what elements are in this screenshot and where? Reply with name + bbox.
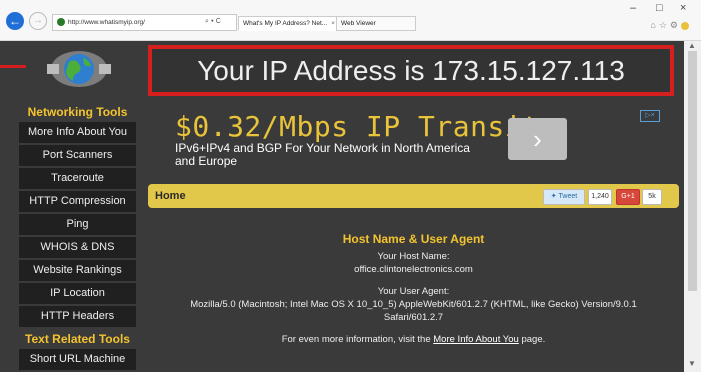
host-name-value: office.clintonelectronics.com [354, 264, 473, 275]
sidebar-item-ping[interactable]: Ping [19, 214, 136, 235]
minimize-button[interactable]: – [630, 2, 636, 14]
toolbar-icons: ⌂☆⚙ [650, 20, 689, 31]
sidebar-item-whois-dns[interactable]: WHOIS & DNS [19, 237, 136, 258]
sidebar-item-port-scanners[interactable]: Port Scanners [19, 145, 136, 166]
favorites-star-icon[interactable]: ☆ [659, 20, 670, 30]
ip-address-text: Your IP Address is 173.15.127.113 [197, 55, 625, 86]
more-info-text: For even more information, visit the Mor… [148, 334, 679, 345]
scroll-down-icon[interactable]: ▼ [688, 359, 696, 368]
more-info-suffix: page. [518, 334, 546, 345]
main-content: Host Name & User Agent Your Host Name: o… [148, 216, 679, 366]
maximize-button[interactable]: □ [656, 2, 663, 14]
tweet-button[interactable]: ✦ Tweet [543, 189, 585, 205]
tab-whatsmyip[interactable]: What's My IP Address? Net... × [238, 16, 338, 31]
gear-icon[interactable]: ⚙ [670, 20, 681, 30]
scrollbar-thumb[interactable] [688, 51, 697, 291]
chevron-right-icon[interactable]: › [508, 118, 567, 160]
tab-web-viewer[interactable]: Web Viewer [336, 16, 416, 31]
close-window-button[interactable]: × [680, 2, 686, 14]
sidebar-item-ip-location[interactable]: IP Location [19, 283, 136, 304]
vertical-scrollbar[interactable]: ▲ ▼ [684, 41, 701, 372]
address-text: http://www.whatismyip.org/ [68, 19, 145, 26]
tweet-count: 1,240 [588, 189, 612, 205]
more-info-link[interactable]: More Info About You [433, 334, 519, 345]
scroll-up-icon[interactable]: ▲ [688, 41, 696, 50]
site-logo[interactable] [45, 44, 113, 94]
ad-banner[interactable]: $0.32/Mbps IP Transit IPv6+IPv4 and BGP … [148, 106, 674, 174]
section-heading: Host Name & User Agent [342, 232, 485, 246]
home-icon[interactable]: ⌂ [650, 20, 658, 30]
sidebar-heading-text-tools: Text Related Tools [25, 332, 130, 346]
ad-title[interactable]: $0.32/Mbps IP Transit [175, 110, 540, 143]
address-controls[interactable]: ⌕ ▾ C [205, 14, 221, 29]
breadcrumb-bar: Home ✦ Tweet 1,240 G+1 5k [148, 184, 679, 208]
more-info-prefix: For even more information, visit the [281, 334, 434, 345]
ad-subtitle[interactable]: IPv6+IPv4 and BGP For Your Network in No… [175, 142, 475, 168]
ad-choices-icon[interactable]: ▷× [640, 110, 660, 122]
sidebar-heading-networking: Networking Tools [27, 105, 128, 119]
sidebar-item-http-headers[interactable]: HTTP Headers [19, 306, 136, 327]
back-button[interactable]: ← [6, 12, 24, 30]
host-name-label: Your Host Name: [377, 251, 450, 262]
user-agent-value-cont: Safari/601.2.7 [383, 312, 444, 323]
callout-line [0, 65, 26, 68]
google-plus-count: 5k [642, 189, 662, 205]
tweet-label: Tweet [558, 193, 578, 200]
browser-titlebar: ← → http://www.whatismyip.org/ ⌕ ▾ C Wha… [0, 0, 701, 41]
sidebar-item-more-info[interactable]: More Info About You [19, 122, 136, 143]
tab-label: What's My IP Address? Net... [243, 20, 328, 27]
google-plus-button[interactable]: G+1 [616, 189, 640, 205]
sidebar-item-http-compression[interactable]: HTTP Compression [19, 191, 136, 212]
twitter-bird-icon: ✦ [550, 193, 557, 200]
sidebar-item-traceroute[interactable]: Traceroute [19, 168, 136, 189]
sidebar: Networking Tools More Info About You Por… [19, 102, 136, 372]
user-agent-value: Mozilla/5.0 (Macintosh; Intel Mac OS X 1… [190, 299, 637, 310]
sidebar-item-short-url[interactable]: Short URL Machine [19, 349, 136, 370]
site-favicon-icon [57, 18, 65, 27]
user-agent-label: Your User Agent: [377, 286, 450, 297]
tab-label: Web Viewer [341, 20, 376, 27]
sidebar-item-website-rankings[interactable]: Website Rankings [19, 260, 136, 281]
feedback-smiley-icon[interactable] [681, 21, 689, 30]
close-tab-icon[interactable]: × [331, 20, 335, 27]
ip-address-banner: Your IP Address is 173.15.127.113 [148, 45, 674, 96]
forward-button[interactable]: → [29, 12, 47, 30]
breadcrumb-home[interactable]: Home [155, 184, 186, 208]
